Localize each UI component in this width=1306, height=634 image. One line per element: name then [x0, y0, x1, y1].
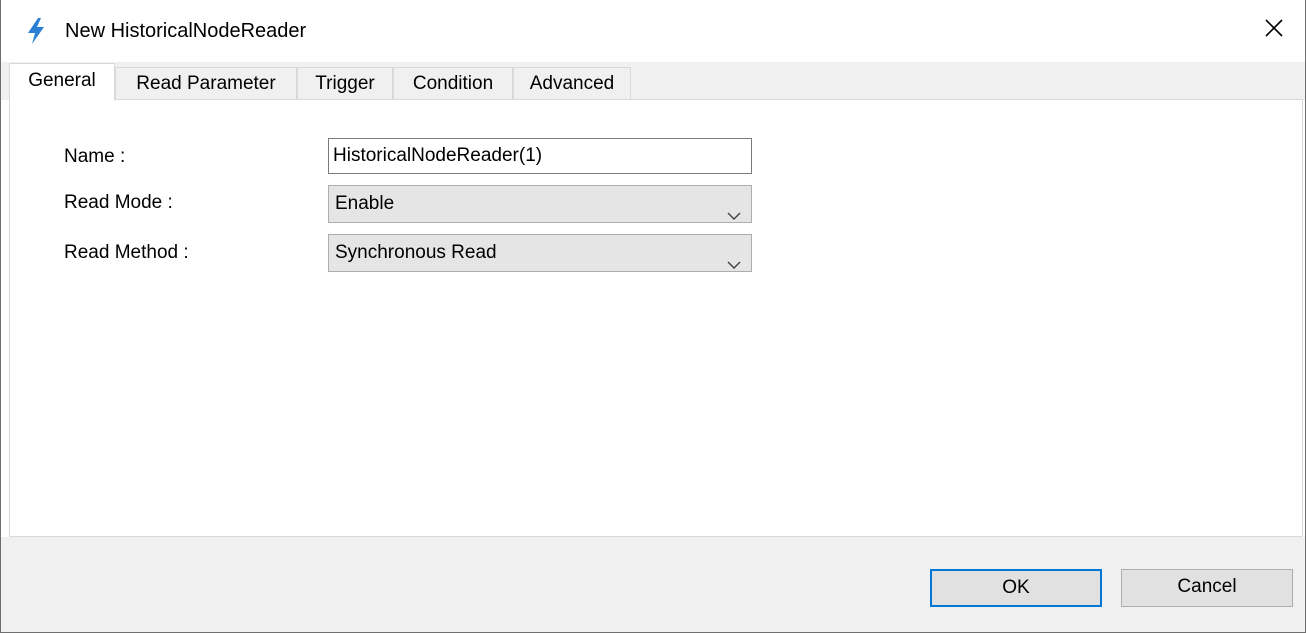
close-button[interactable]	[1243, 0, 1305, 60]
dialog-window: New HistoricalNodeReader General Read Pa…	[0, 0, 1306, 633]
tab-read-parameter[interactable]: Read Parameter	[115, 67, 297, 100]
read-mode-label: Read Mode :	[64, 192, 173, 213]
chevron-down-icon	[727, 247, 741, 269]
general-tab-page: Name : HistoricalNodeReader(1) Read Mode…	[9, 99, 1303, 537]
window-title: New HistoricalNodeReader	[65, 20, 307, 42]
close-icon	[1264, 18, 1284, 43]
name-label: Name :	[64, 146, 126, 167]
read-mode-select[interactable]: Enable	[328, 185, 752, 223]
tab-general[interactable]: General	[9, 63, 115, 101]
read-mode-value: Enable	[335, 193, 395, 214]
cancel-button[interactable]: Cancel	[1121, 569, 1293, 607]
tab-strip: General Read Parameter Trigger Condition…	[1, 62, 1305, 101]
tab-condition[interactable]: Condition	[393, 67, 513, 100]
ok-button[interactable]: OK	[930, 569, 1102, 607]
lightning-icon	[25, 17, 47, 45]
tab-advanced[interactable]: Advanced	[513, 67, 631, 100]
title-bar[interactable]: New HistoricalNodeReader	[1, 0, 1305, 62]
read-method-select[interactable]: Synchronous Read	[328, 234, 752, 272]
chevron-down-icon	[727, 198, 741, 220]
tab-trigger[interactable]: Trigger	[297, 67, 393, 100]
read-method-value: Synchronous Read	[335, 242, 497, 263]
read-method-label: Read Method :	[64, 242, 189, 263]
button-bar: OK Cancel	[1, 537, 1305, 632]
name-field[interactable]: HistoricalNodeReader(1)	[328, 138, 752, 174]
